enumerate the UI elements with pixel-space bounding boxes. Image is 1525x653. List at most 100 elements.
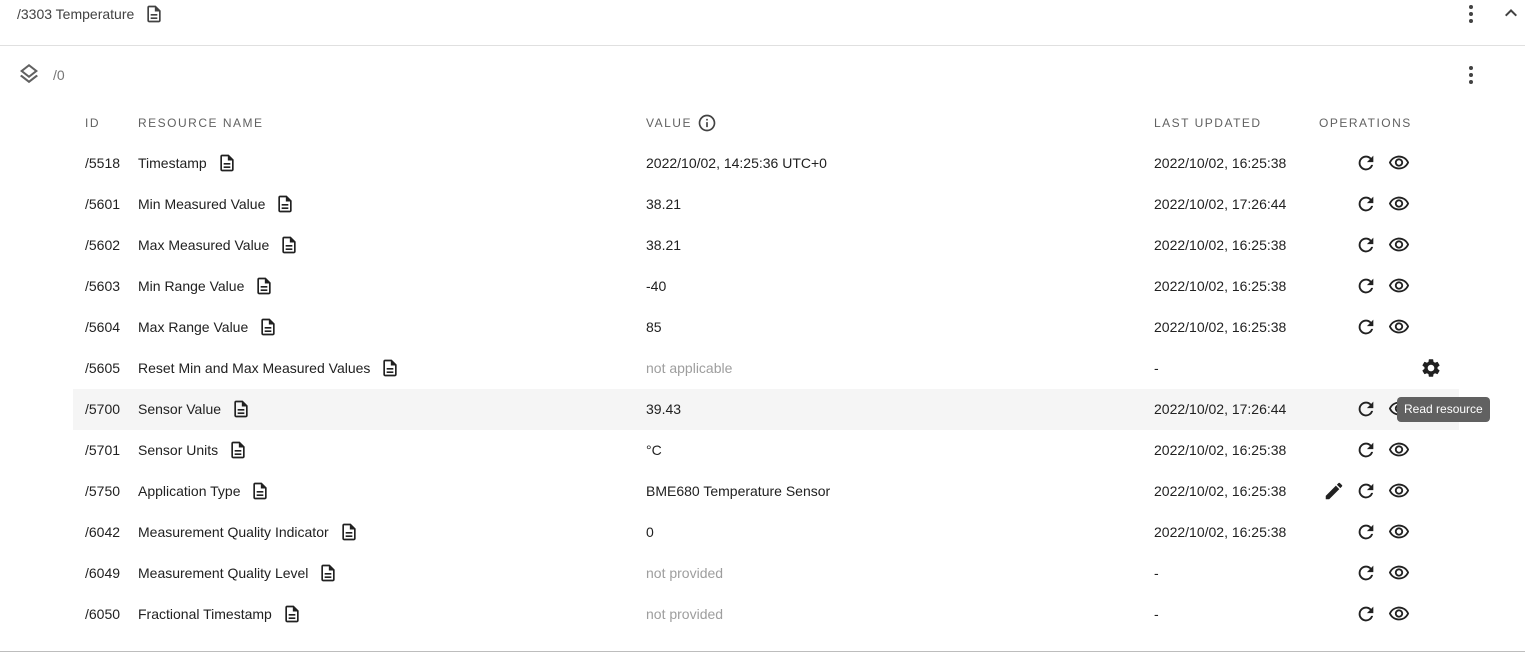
resource-name-cell: Sensor Value	[138, 399, 251, 419]
description-icon[interactable]	[250, 481, 270, 501]
visibility-icon[interactable]	[1388, 152, 1410, 174]
table-row: /5602 Max Measured Value 38.21 2022/10/02, …	[73, 225, 1459, 266]
resource-name: Min Measured Value	[138, 195, 266, 212]
visibility-icon[interactable]	[1388, 562, 1410, 584]
last-updated: 2022/10/02, 16:25:38	[1154, 442, 1287, 458]
resource-value: -40	[646, 278, 667, 294]
resource-id: /5750	[85, 483, 121, 499]
layers-icon	[17, 62, 41, 86]
refresh-icon[interactable]	[1355, 439, 1377, 461]
visibility-icon[interactable]	[1388, 603, 1410, 625]
last-updated: 2022/10/02, 16:25:38	[1154, 524, 1287, 540]
description-icon[interactable]	[279, 235, 299, 255]
resource-name-cell: Application Type	[138, 481, 270, 501]
last-updated: -	[1154, 565, 1159, 581]
visibility-icon[interactable]	[1388, 316, 1410, 338]
description-icon[interactable]	[231, 399, 251, 419]
resource-value: not provided	[646, 606, 724, 622]
description-icon[interactable]	[318, 563, 338, 583]
refresh-icon[interactable]	[1355, 562, 1377, 584]
header-resource-name: RESOURCE NAME	[138, 116, 264, 130]
visibility-icon[interactable]	[1388, 439, 1410, 461]
resource-id: /6050	[85, 606, 121, 622]
resource-id: /5701	[85, 442, 121, 458]
refresh-icon[interactable]	[1355, 480, 1377, 502]
more-vert-icon[interactable]	[1459, 63, 1483, 87]
description-icon[interactable]	[275, 194, 295, 214]
description-icon[interactable]	[339, 522, 359, 542]
resource-name-cell: Min Range Value	[138, 276, 274, 296]
header-last-updated: LAST UPDATED	[1154, 116, 1262, 130]
more-vert-icon[interactable]	[1459, 2, 1483, 26]
description-icon[interactable]	[258, 317, 278, 337]
info-icon[interactable]	[697, 113, 717, 133]
visibility-icon[interactable]	[1388, 275, 1410, 297]
instance-label: /0	[53, 67, 65, 83]
resource-name: Timestamp	[138, 154, 207, 171]
divider	[0, 651, 1525, 652]
table-row: /5701 Sensor Units °C 2022/10/02, 16:25:38	[73, 430, 1459, 471]
visibility-icon[interactable]	[1388, 480, 1410, 502]
resource-name: Application Type	[138, 482, 241, 499]
resource-id: /5603	[85, 278, 121, 294]
resource-name-cell: Measurement Quality Level	[138, 563, 338, 583]
refresh-icon[interactable]	[1355, 193, 1377, 215]
description-icon[interactable]	[282, 604, 302, 624]
resource-id: /6042	[85, 524, 121, 540]
visibility-icon[interactable]	[1388, 521, 1410, 543]
resource-name: Sensor Units	[138, 441, 219, 458]
description-icon[interactable]	[254, 276, 274, 296]
resource-name-cell: Sensor Units	[138, 440, 248, 460]
last-updated: 2022/10/02, 17:26:44	[1154, 401, 1287, 417]
object-title: /3303 Temperature	[17, 6, 135, 22]
chevron-up-icon[interactable]	[1499, 1, 1523, 25]
settings-icon[interactable]	[1420, 357, 1442, 379]
last-updated: 2022/10/02, 16:25:38	[1154, 278, 1287, 294]
resource-id: /5602	[85, 237, 121, 253]
last-updated: 2022/10/02, 16:25:38	[1154, 155, 1287, 171]
resource-name: Measurement Quality Level	[138, 564, 309, 581]
resource-value: BME680 Temperature Sensor	[646, 483, 831, 499]
table-row: /5518 Timestamp 2022/10/02, 14:25:36 UTC+0…	[73, 143, 1459, 184]
description-icon[interactable]	[380, 358, 400, 378]
header-id: ID	[85, 116, 100, 130]
description-icon[interactable]	[228, 440, 248, 460]
table-row: /5750 Application Type BME680 Temperature …	[73, 471, 1459, 512]
resource-value: 38.21	[646, 196, 682, 212]
resource-name-cell: Min Measured Value	[138, 194, 295, 214]
refresh-icon[interactable]	[1355, 234, 1377, 256]
resource-value: 85	[646, 319, 662, 335]
resource-name: Max Range Value	[138, 318, 249, 335]
object-title-group: /3303 Temperature	[17, 5, 164, 23]
table-row: /5603 Min Range Value -40 2022/10/02, 16:25…	[73, 266, 1459, 307]
edit-icon[interactable]	[1323, 480, 1345, 502]
resource-name-cell: Fractional Timestamp	[138, 604, 302, 624]
visibility-icon[interactable]	[1388, 193, 1410, 215]
resource-name-cell: Timestamp	[138, 153, 237, 173]
refresh-icon[interactable]	[1355, 152, 1377, 174]
table-row: /5604 Max Range Value 85 2022/10/02, 16:25:…	[73, 307, 1459, 348]
resource-value: 0	[646, 524, 654, 540]
refresh-icon[interactable]	[1355, 603, 1377, 625]
visibility-icon[interactable]	[1388, 234, 1410, 256]
refresh-icon[interactable]	[1355, 398, 1377, 420]
resource-id: /6049	[85, 565, 121, 581]
refresh-icon[interactable]	[1355, 521, 1377, 543]
refresh-icon[interactable]	[1355, 275, 1377, 297]
resource-name: Sensor Value	[138, 400, 222, 417]
refresh-icon[interactable]	[1355, 316, 1377, 338]
last-updated: -	[1154, 360, 1159, 376]
last-updated: -	[1154, 606, 1159, 622]
resource-value: not applicable	[646, 360, 733, 376]
description-icon[interactable]	[144, 4, 164, 24]
resource-name-cell: Reset Min and Max Measured Values	[138, 358, 400, 378]
resource-name-cell: Max Measured Value	[138, 235, 299, 255]
description-icon[interactable]	[217, 153, 237, 173]
resource-value: not provided	[646, 565, 724, 581]
resource-name: Min Range Value	[138, 277, 245, 294]
object-header: /3303 Temperature	[0, 0, 1525, 46]
header-operations: OPERATIONS	[1319, 116, 1412, 130]
resource-name: Reset Min and Max Measured Values	[138, 359, 371, 376]
resource-id: /5601	[85, 196, 121, 212]
resource-value: °C	[646, 442, 662, 458]
